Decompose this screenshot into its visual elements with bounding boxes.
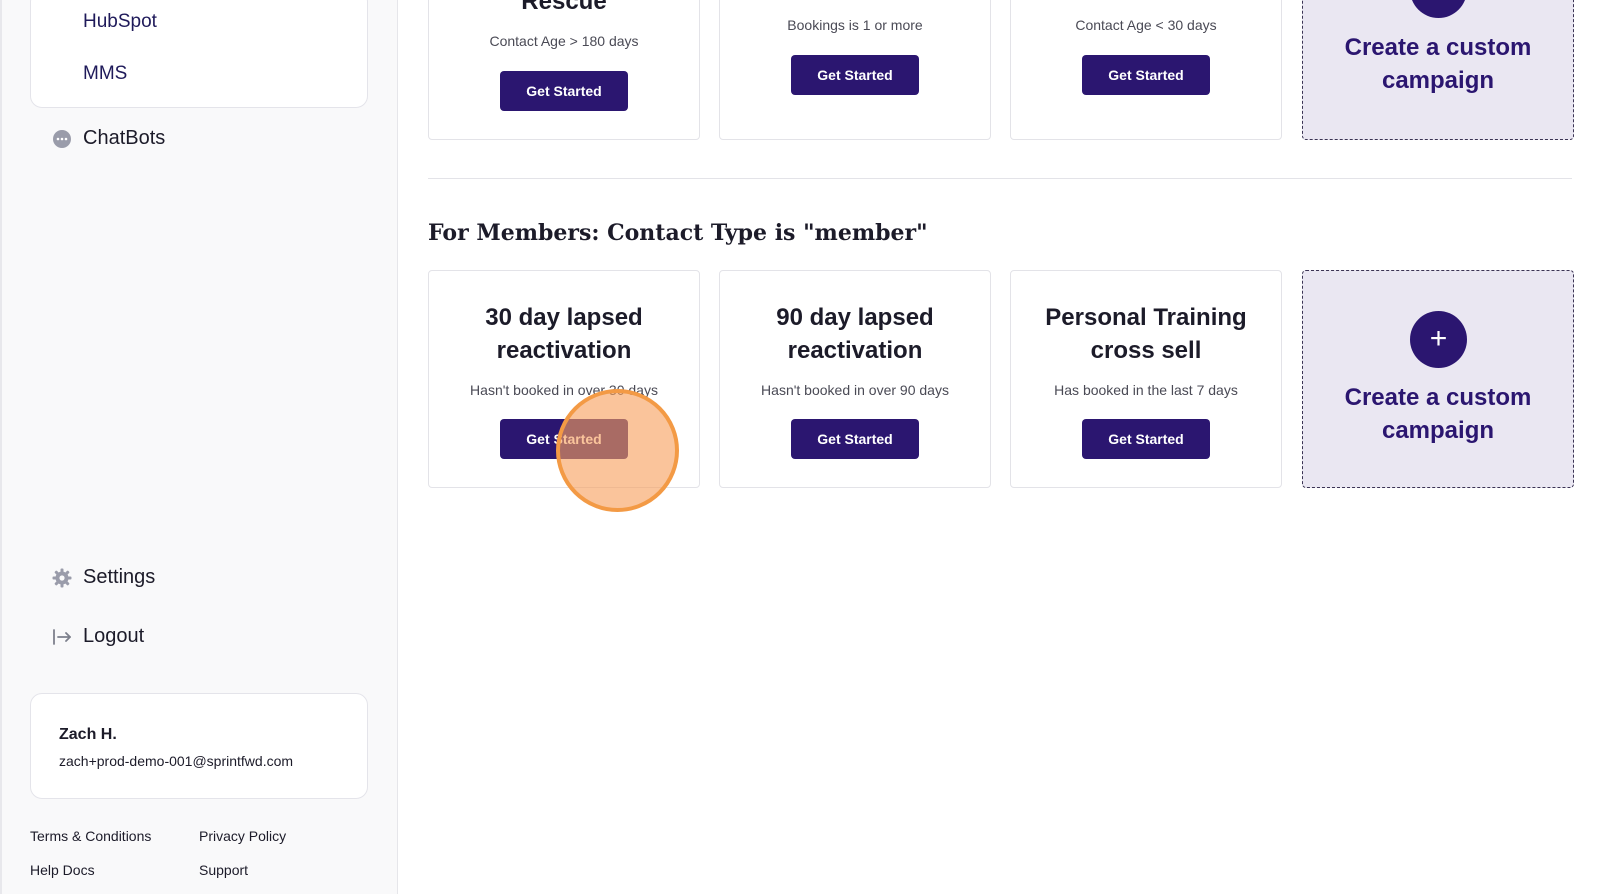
campaign-title: 30 day lapsed reactivation — [485, 304, 643, 364]
campaign-card: Contact Age < 30 days Get Started — [1010, 0, 1282, 140]
sidebar-item-settings[interactable]: Settings — [52, 566, 155, 589]
custom-campaign-title: Create a custom campaign — [1344, 34, 1532, 94]
plus-icon — [1410, 0, 1467, 18]
get-started-button[interactable]: Get Started — [500, 419, 628, 459]
privacy-link[interactable]: Privacy Policy — [199, 828, 286, 844]
campaign-condition: Has booked in the last 7 days — [1054, 382, 1238, 398]
get-started-button[interactable]: Get Started — [1082, 55, 1210, 95]
members-section-heading: For Members: Contact Type is "member" — [428, 220, 928, 246]
logout-arrow-icon — [52, 627, 72, 647]
support-link[interactable]: Support — [199, 862, 248, 878]
user-card: Zach H. zach+prod-demo-001@sprintfwd.com — [30, 693, 368, 799]
campaign-title: Rescue — [521, 0, 607, 15]
integrations-submenu: HubSpot MMS — [30, 0, 368, 108]
user-name: Zach H. — [59, 726, 117, 743]
campaign-condition: Contact Age < 30 days — [1075, 17, 1217, 33]
campaign-condition: Contact Age > 180 days — [489, 33, 639, 49]
get-started-button[interactable]: Get Started — [1082, 419, 1210, 459]
user-email: zach+prod-demo-001@sprintfwd.com — [59, 753, 294, 769]
campaign-title: Personal Training cross sell — [1045, 304, 1247, 364]
campaign-card-rescue: Rescue Contact Age > 180 days Get Starte… — [428, 0, 700, 140]
campaign-condition: Bookings is 1 or more — [787, 17, 923, 33]
get-started-button[interactable]: Get Started — [791, 55, 919, 95]
sidebar-item-label: ChatBots — [83, 127, 166, 149]
sidebar-item-label: Logout — [83, 625, 145, 647]
sidebar-item-label: Settings — [83, 566, 156, 588]
chat-bubble-icon — [52, 129, 72, 149]
sidebar-item-hubspot[interactable]: HubSpot — [83, 11, 157, 33]
sidebar-item-chatbots[interactable]: ChatBots — [52, 127, 165, 150]
sidebar-item-mms[interactable]: MMS — [83, 63, 127, 85]
campaign-condition: Hasn't booked in over 30 days — [470, 382, 658, 398]
get-started-button[interactable]: Get Started — [500, 71, 628, 111]
campaign-card: Bookings is 1 or more Get Started — [719, 0, 991, 140]
create-custom-campaign-card[interactable]: Create a custom campaign — [1302, 0, 1574, 140]
campaign-title: 90 day lapsed reactivation — [776, 304, 934, 364]
section-divider — [428, 178, 1572, 179]
plus-icon: + — [1410, 311, 1467, 368]
campaign-card-personal-training: Personal Training cross sell Has booked … — [1010, 270, 1282, 488]
get-started-button[interactable]: Get Started — [791, 419, 919, 459]
sidebar: HubSpot MMS ChatBots Settings Logout Zac… — [0, 0, 398, 894]
terms-link[interactable]: Terms & Conditions — [30, 828, 151, 844]
campaign-condition: Hasn't booked in over 90 days — [761, 382, 949, 398]
sidebar-item-logout[interactable]: Logout — [52, 625, 144, 648]
help-docs-link[interactable]: Help Docs — [30, 862, 95, 878]
campaign-card-90-day: 90 day lapsed reactivation Hasn't booked… — [719, 270, 991, 488]
create-custom-campaign-card[interactable]: + Create a custom campaign — [1302, 270, 1574, 488]
campaign-card-30-day: 30 day lapsed reactivation Hasn't booked… — [428, 270, 700, 488]
gear-icon — [52, 568, 72, 588]
custom-campaign-title: Create a custom campaign — [1344, 384, 1532, 444]
